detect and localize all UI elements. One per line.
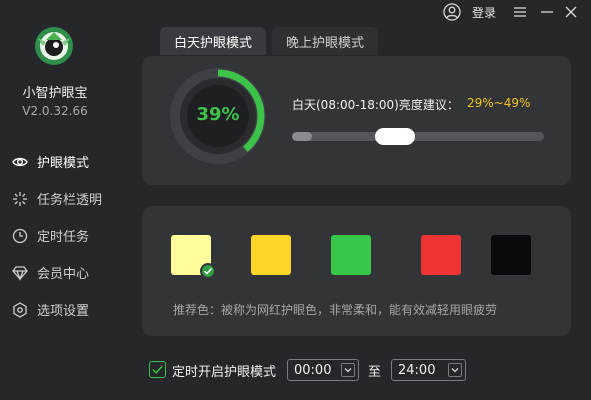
- tab-night-mode[interactable]: 晚上护眼模式: [272, 27, 379, 55]
- sidebar-item-settings[interactable]: 选项设置: [0, 291, 128, 328]
- clock-icon: [12, 228, 28, 243]
- swatch-green[interactable]: [331, 235, 371, 275]
- end-time-select[interactable]: 24:00: [391, 359, 466, 381]
- menu-icon[interactable]: [512, 4, 528, 20]
- sidebar-item-label: 任务栏透明: [37, 193, 103, 208]
- sidebar-item-member-center[interactable]: 会员中心: [0, 254, 128, 291]
- color-panel: 推荐色：被称为网红护眼色，非常柔和，能有效减轻用眼疲劳: [142, 206, 571, 336]
- sidebar-item-label: 选项设置: [37, 304, 90, 319]
- chevron-down-icon: [448, 363, 462, 377]
- close-icon[interactable]: [563, 4, 579, 20]
- start-time-value: 00:00: [294, 362, 332, 378]
- sidebar-item-taskbar-transparent[interactable]: 任务栏透明: [0, 180, 128, 217]
- to-label: 至: [368, 365, 382, 380]
- login-link[interactable]: 登录: [472, 4, 496, 21]
- timer-checkbox[interactable]: [149, 361, 166, 378]
- sidebar-item-label: 护眼模式: [37, 156, 90, 171]
- brightness-slider[interactable]: [292, 128, 544, 145]
- app-version: V2.0.32.66: [22, 104, 88, 118]
- brightness-percent: 39%: [196, 104, 240, 125]
- check-icon: [152, 365, 163, 374]
- sidebar-nav: 护眼模式 任务栏透明 定时任务 会员中心 选项设置: [0, 143, 128, 328]
- hexagon-gear-icon: [13, 301, 27, 318]
- eye-icon: [12, 157, 28, 166]
- start-time-select[interactable]: 00:00: [287, 359, 359, 381]
- sidebar: 小智护眼宝 V2.0.32.66 护眼模式 任务栏透明 定时任务 会员中心 选项…: [0, 0, 128, 400]
- timer-label: 定时开启护眼模式: [172, 365, 277, 380]
- minimize-icon[interactable]: [539, 4, 555, 20]
- app-logo-icon: [35, 27, 73, 65]
- swatch-black[interactable]: [491, 235, 531, 275]
- end-time-value: 24:00: [398, 362, 436, 378]
- swatch-red[interactable]: [421, 235, 461, 275]
- app-name: 小智护眼宝: [22, 86, 88, 101]
- brightness-slider-handle[interactable]: [375, 128, 415, 145]
- sparkle-icon: [13, 191, 27, 206]
- sidebar-item-label: 会员中心: [37, 267, 90, 282]
- recommend-text: 推荐色：被称为网红护眼色，非常柔和，能有效减轻用眼疲劳: [173, 303, 498, 317]
- brightness-suggestion-range: 29%~49%: [467, 96, 531, 110]
- tab-day-mode[interactable]: 白天护眼模式: [160, 27, 267, 55]
- brightness-slider-fill: [292, 132, 312, 141]
- sidebar-item-scheduled-task[interactable]: 定时任务: [0, 217, 128, 254]
- brightness-suggestion-label: 白天(08:00-18:00)亮度建议：: [292, 98, 459, 112]
- brightness-panel: 39% 白天(08:00-18:00)亮度建议： 29%~49%: [142, 56, 571, 185]
- diamond-icon: [12, 265, 28, 281]
- user-avatar-icon[interactable]: [443, 3, 461, 21]
- sidebar-item-eye-mode[interactable]: 护眼模式: [0, 143, 128, 180]
- swatch-yellow[interactable]: [251, 235, 291, 275]
- sidebar-item-label: 定时任务: [37, 230, 90, 245]
- selected-check-icon: [200, 263, 216, 279]
- chevron-down-icon: [341, 363, 355, 377]
